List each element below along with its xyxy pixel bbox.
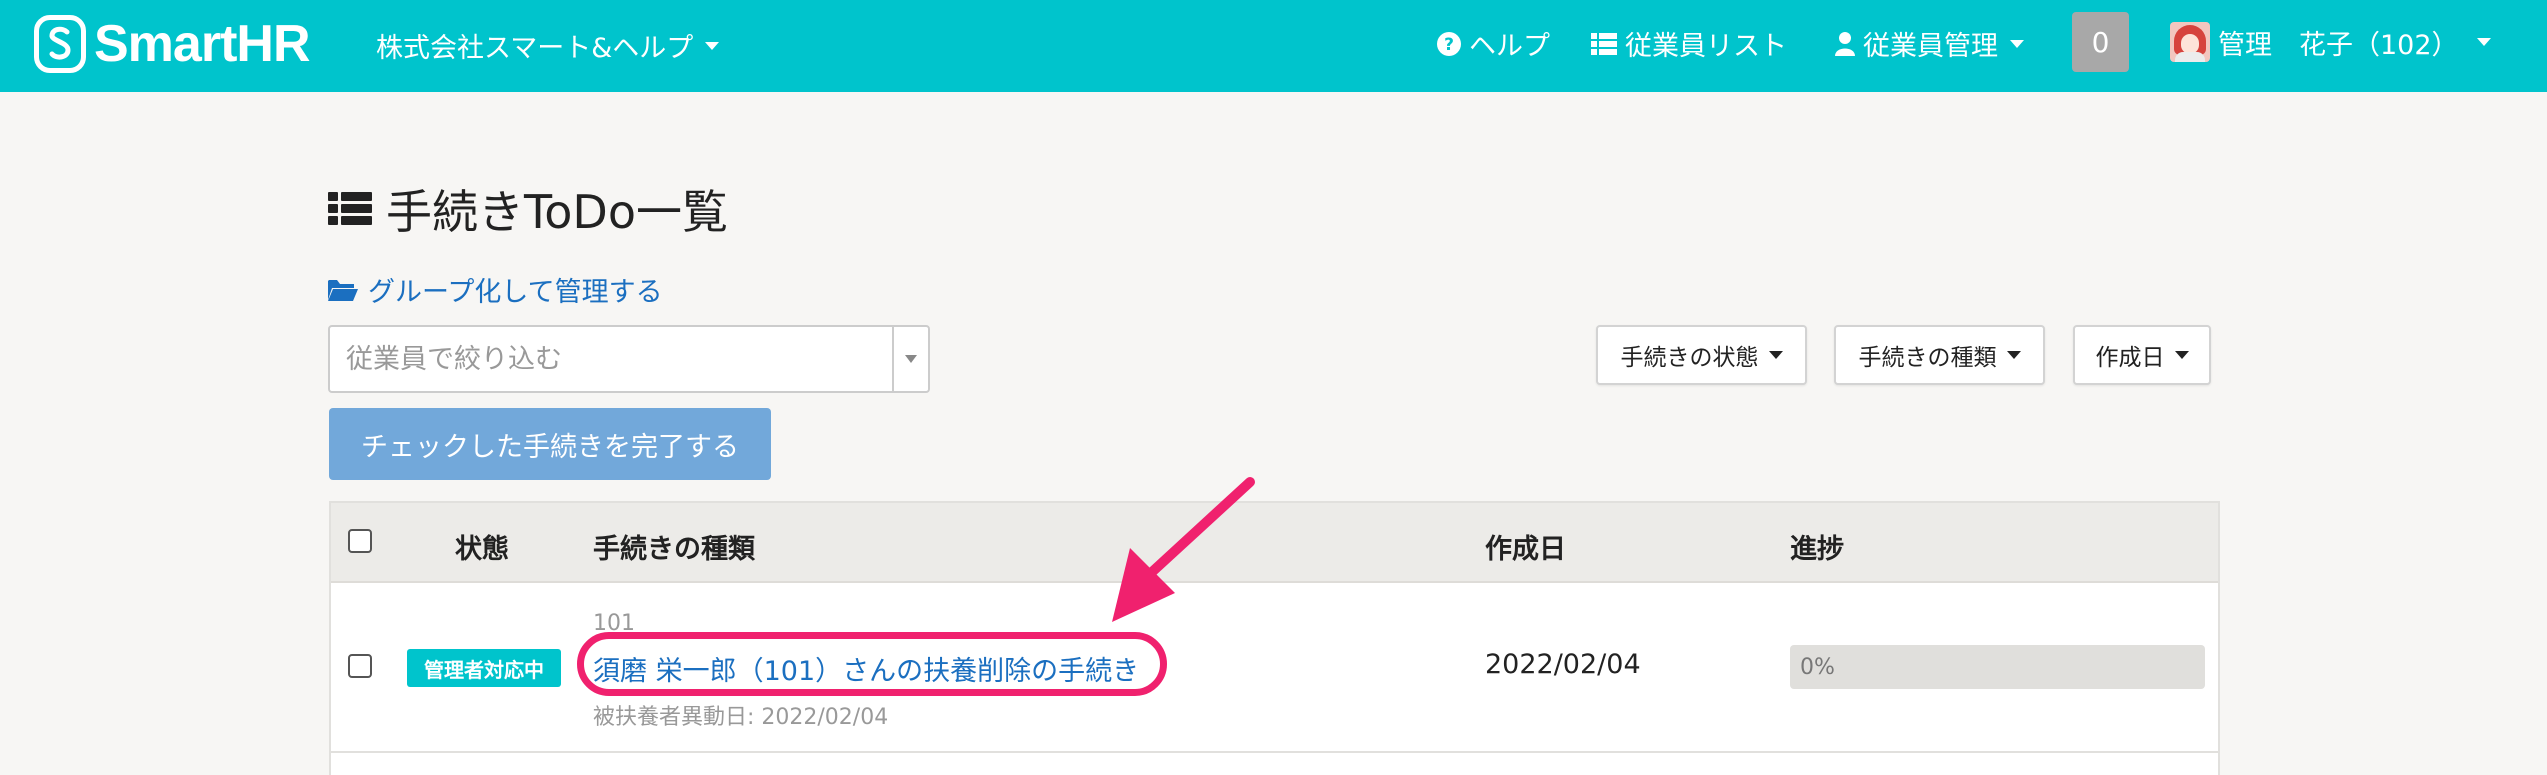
page-title-text: 手続きToDo一覧 — [386, 185, 728, 239]
chevron-down-icon — [2010, 39, 2024, 48]
select-all-checkbox[interactable] — [348, 529, 372, 553]
user-name: 管理 花子（102） — [2218, 29, 2459, 61]
employee-filter[interactable] — [328, 325, 930, 393]
nav-employee-manage[interactable]: 従業員管理 — [1835, 24, 2024, 63]
chevron-down-icon — [2174, 351, 2189, 359]
dropdown-toggle[interactable] — [892, 327, 928, 391]
group-manage-link[interactable]: グループ化して管理する — [328, 270, 663, 309]
company-switcher[interactable]: 株式会社スマート&ヘルプ — [376, 26, 720, 65]
svg-text:?: ? — [1444, 35, 1454, 55]
header-progress: 進捗 — [1790, 534, 1844, 565]
chevron-down-icon — [1768, 351, 1783, 359]
user-menu[interactable]: 管理 花子（102） — [2170, 22, 2491, 62]
chevron-down-icon — [705, 41, 720, 50]
created-filter-label: 作成日 — [2095, 345, 2165, 371]
table-header: 状態 手続きの種類 作成日 進捗 — [331, 503, 2218, 583]
employee-filter-input[interactable] — [330, 327, 892, 391]
list-icon — [328, 192, 372, 226]
smarthr-logo[interactable]: SmartHR — [34, 14, 310, 74]
status-filter-label: 手続きの状態 — [1620, 345, 1759, 371]
folder-open-icon — [328, 278, 358, 302]
company-name: 株式会社スマート&ヘルプ — [376, 33, 694, 64]
nav-help-label: ヘルプ — [1469, 31, 1550, 62]
logo-text: SmartHR — [94, 15, 310, 73]
status-filter-button[interactable]: 手続きの状態 — [1596, 325, 1807, 385]
header-type: 手続きの種類 — [593, 534, 755, 565]
created-filter-button[interactable]: 作成日 — [2073, 325, 2211, 385]
complete-checked-button[interactable]: チェックした手続きを完了する — [329, 408, 771, 480]
top-header: SmartHR 株式会社スマート&ヘルプ ? ヘルプ 従業員リスト 従業員管理 … — [0, 0, 2547, 92]
question-circle-icon: ? — [1437, 31, 1461, 56]
type-filter-label: 手続きの種類 — [1858, 345, 1997, 371]
nav-employee-list-label: 従業員リスト — [1625, 31, 1787, 62]
caret-down-icon — [905, 355, 917, 363]
user-icon — [1835, 31, 1855, 56]
avatar — [2170, 22, 2210, 62]
nav-employee-manage-label: 従業員管理 — [1863, 31, 1998, 62]
page-title: 手続きToDo一覧 — [328, 176, 728, 242]
annotation-highlight-ring — [577, 632, 1167, 696]
progress-bar: 0% — [1790, 645, 2205, 689]
task-meta: 被扶養者異動日: 2022/02/04 — [593, 705, 889, 730]
chevron-down-icon — [2006, 351, 2021, 359]
progress-label: 0% — [1800, 654, 1835, 680]
notification-badge[interactable]: 0 — [2072, 12, 2129, 72]
header-created: 作成日 — [1485, 534, 1566, 565]
list-icon — [1591, 32, 1617, 56]
chevron-down-icon — [2476, 38, 2491, 46]
type-filter-button[interactable]: 手続きの種類 — [1834, 325, 2045, 385]
smarthr-logo-icon — [34, 15, 86, 73]
header-status: 状態 — [455, 534, 509, 565]
group-manage-label: グループ化して管理する — [368, 277, 663, 308]
row-checkbox[interactable] — [348, 654, 372, 678]
nav-employee-list[interactable]: 従業員リスト — [1591, 24, 1787, 63]
status-badge: 管理者対応中 — [407, 649, 561, 687]
nav-help[interactable]: ? ヘルプ — [1437, 24, 1550, 63]
created-date: 2022/02/04 — [1485, 649, 1641, 680]
